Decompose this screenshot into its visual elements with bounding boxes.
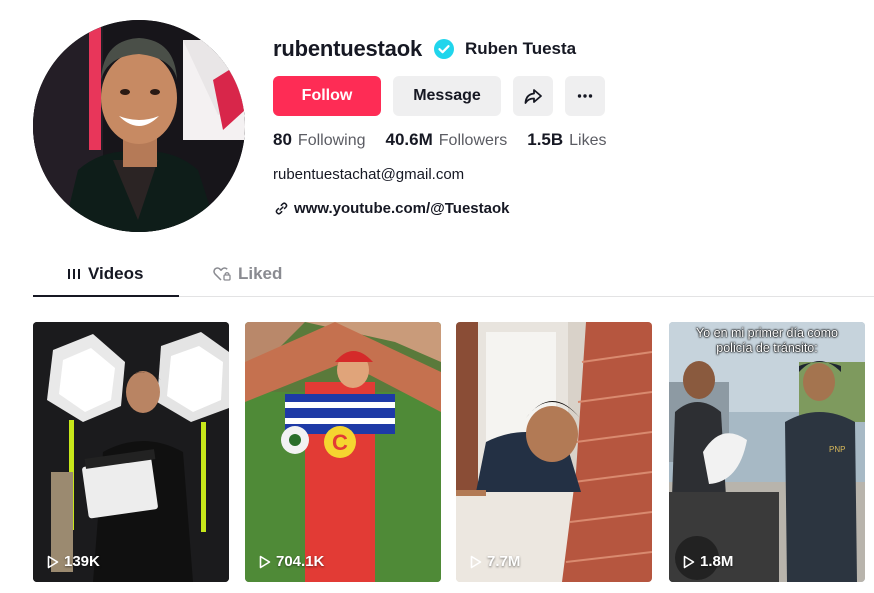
following-count: 80 [273,130,292,149]
heart-lock-icon [213,267,231,281]
profile-title-row: rubentuestaok Ruben Tuesta [273,34,576,64]
link-icon [275,202,288,215]
tab-videos[interactable]: Videos [67,264,143,284]
profile-avatar[interactable] [33,20,245,232]
video-card[interactable]: C 704.1K [245,322,441,582]
video-view-count: 139K [47,553,100,570]
svg-text:C: C [332,430,348,455]
profile-actions: Follow Message [273,76,605,116]
play-icon [259,555,271,568]
play-icon [47,555,59,568]
play-icon [683,555,695,568]
share-button[interactable] [513,76,553,116]
username: rubentuestaok [273,36,422,61]
follow-button[interactable]: Follow [273,76,381,116]
nickname: Ruben Tuesta [464,39,577,58]
profile-link[interactable]: www.youtube.com/@Tuestaok [274,200,510,217]
profile-link-text: www.youtube.com/@Tuestaok [294,200,510,217]
play-icon [470,555,482,568]
video-card[interactable]: PNP Yo en mi primer día como policía de … [669,322,865,582]
svg-text:PNP: PNP [829,445,845,454]
active-tab-indicator [33,295,179,297]
tab-liked[interactable]: Liked [213,264,282,284]
video-views: 7.7M [487,553,521,570]
video-view-count: 704.1K [259,553,324,570]
likes-count: 1.5B [527,130,564,149]
grid-icon [68,269,80,279]
video-thumbnail [33,322,229,582]
message-button[interactable]: Message [393,76,501,116]
video-views: 1.8M [700,553,734,570]
tab-liked-label: Liked [238,264,283,283]
video-caption: Yo en mi primer día como policía de trán… [669,326,865,356]
video-grid: 139K C 704.1K 7.7M PNP Yo en mi primer d… [33,322,865,582]
followers-stat[interactable]: 40.6M Followers [386,130,508,150]
more-icon [577,94,593,98]
profile-tabs: Videos Liked [33,260,874,297]
video-views: 704.1K [276,553,325,570]
video-caption-line: policía de tránsito: [716,341,818,355]
avatar-image [33,20,245,232]
video-card[interactable]: 139K [33,322,229,582]
video-views: 139K [64,553,100,570]
followers-label: Followers [438,132,508,149]
video-thumbnail [456,322,652,582]
share-icon [524,89,542,104]
video-card[interactable]: 7.7M [456,322,652,582]
video-thumbnail: PNP [669,322,865,582]
profile-bio: rubentuestachat@gmail.com [273,166,465,183]
video-view-count: 7.7M [470,553,520,570]
followers-count: 40.6M [385,130,433,149]
likes-stat: 1.5B Likes [527,130,606,150]
more-button[interactable] [565,76,605,116]
video-thumbnail: C [245,322,441,582]
following-stat[interactable]: 80 Following [273,130,366,150]
following-label: Following [297,132,366,149]
video-view-count: 1.8M [683,553,733,570]
likes-label: Likes [569,132,607,149]
tab-videos-label: Videos [88,264,144,283]
verified-badge-icon [433,39,454,59]
profile-stats: 80 Following 40.6M Followers 1.5B Likes [273,130,627,150]
video-caption-line: Yo en mi primer día como [696,326,838,340]
